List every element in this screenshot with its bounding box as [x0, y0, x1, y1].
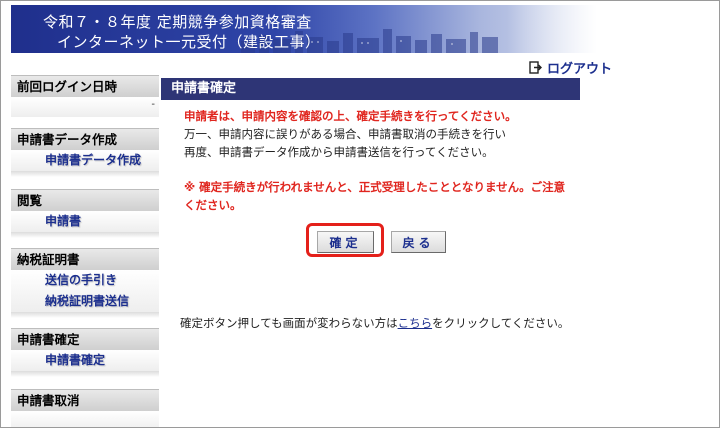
instruction-line1: 申請者は、申請内容を確認の上、確定手続きを行ってください。	[184, 109, 517, 123]
sidebar-section-tax: 納税証明書 送信の手引き 納税証明書送信	[11, 248, 159, 318]
sidebar-item-guide[interactable]: 送信の手引き	[11, 270, 159, 291]
instruction-line3: 再度、申請書データ作成から申請書送信を行ってください。	[184, 145, 494, 159]
help-link[interactable]: こちら	[398, 316, 433, 330]
page-title: 申請書確定	[161, 78, 580, 100]
help-note-prefix: 確定ボタン押しても画面が変わらない方は	[180, 316, 398, 330]
sidebar-item-application[interactable]: 申請書	[11, 211, 159, 232]
sidebar-section-view: 閲覧 申請書	[11, 189, 159, 238]
sidebar-item-create-data[interactable]: 申請書データ作成	[11, 150, 159, 171]
sidebar-heading-confirm: 申請書確定	[11, 328, 159, 350]
sidebar-heading-view: 閲覧	[11, 189, 159, 211]
sidebar-heading-cancel: 申請書取消	[11, 389, 159, 411]
sidebar-item-confirm[interactable]: 申請書確定	[11, 350, 159, 371]
banner-fade	[507, 5, 597, 53]
sidebar-section-confirm: 申請書確定 申請書確定	[11, 328, 159, 377]
logout-icon	[529, 61, 542, 74]
warning-line1: ※ 確定手続きが行われませんと、正式受理したこととなりません。ご注意	[184, 180, 566, 194]
logout-link[interactable]: ログアウト	[529, 58, 612, 77]
confirm-button[interactable]: 確定	[317, 231, 374, 253]
sidebar-heading-tax: 納税証明書	[11, 248, 159, 270]
sidebar-section-cancel: 申請書取消	[11, 389, 159, 427]
system-title-line2: インターネット一元受付（建設工事）	[57, 33, 321, 51]
warning-line2: ください。	[184, 198, 242, 212]
sidebar-item-tax-submit[interactable]: 納税証明書送信	[11, 291, 159, 312]
sidebar-section-create: 申請書データ作成 申請書データ作成	[11, 128, 159, 177]
system-title-line1: 令和７・８年度 定期競争参加資格審査	[43, 13, 312, 31]
page-frame: 令和７・８年度 定期競争参加資格審査 インターネット一元受付（建設工事） ログア…	[0, 0, 720, 428]
back-button[interactable]: 戻る	[391, 231, 446, 253]
last-login-value: -	[151, 99, 155, 110]
sidebar-heading-create: 申請書データ作成	[11, 128, 159, 150]
help-note-suffix: をクリックしてください。	[432, 316, 570, 330]
instruction-line2: 万一、申請内容に誤りがある場合、申請書取消の手続きを行い	[184, 127, 506, 141]
logout-label: ログアウト	[547, 62, 613, 77]
help-note: 確定ボタン押しても画面が変わらない方はこちらをクリックしてください。	[180, 315, 569, 331]
sidebar-heading-last-login: 前回ログイン日時	[11, 75, 159, 97]
header-banner: 令和７・８年度 定期競争参加資格審査 インターネット一元受付（建設工事）	[11, 5, 597, 53]
sidebar-last-login: 前回ログイン日時 -	[11, 75, 159, 117]
